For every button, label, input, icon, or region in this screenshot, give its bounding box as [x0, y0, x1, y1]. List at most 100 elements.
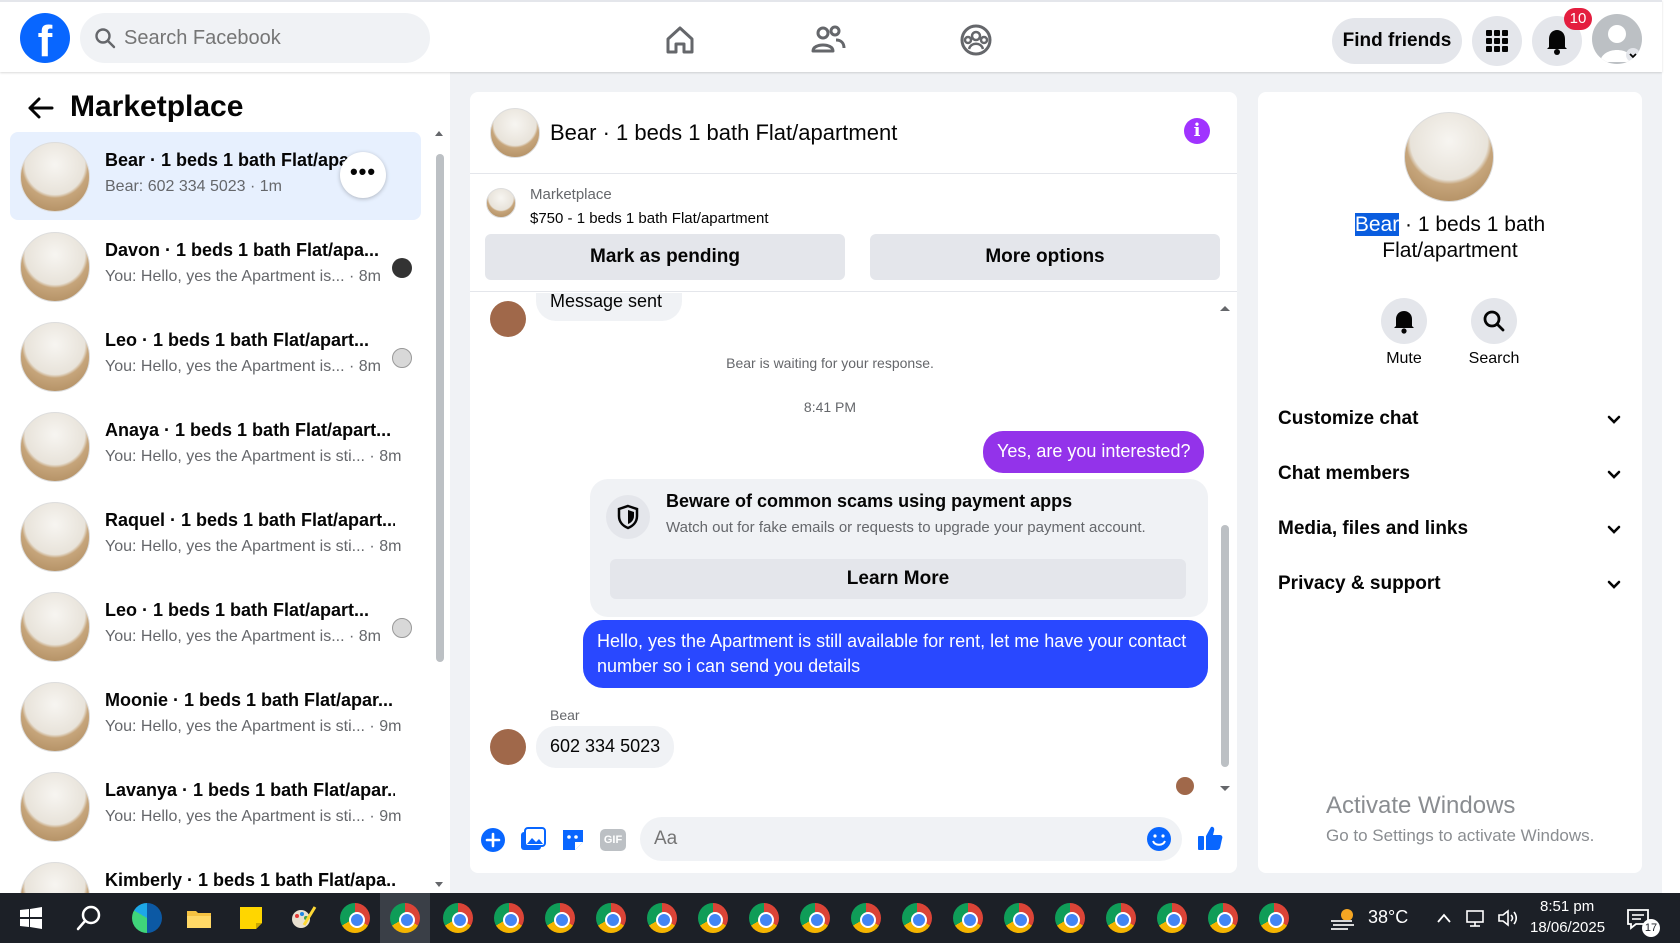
conversation-snippet: You: Hello, yes the Apartment is sti... …: [105, 538, 402, 555]
more-options-listing-button[interactable]: More options: [870, 234, 1220, 280]
account-avatar[interactable]: [1592, 14, 1642, 64]
details-title-rest: · 1 beds 1 bath: [1399, 213, 1546, 236]
media-files-links-section[interactable]: Media, files and links: [1278, 518, 1624, 548]
chrome-icon[interactable]: [545, 903, 575, 933]
clock-date[interactable]: 18/06/2025: [1530, 919, 1605, 936]
chrome-icon[interactable]: [647, 903, 677, 933]
received-message-bubble[interactable]: 602 334 5023: [536, 726, 675, 768]
paint-app-icon[interactable]: [288, 903, 318, 933]
chrome-icon[interactable]: [1208, 903, 1238, 933]
menu-button[interactable]: [1472, 16, 1522, 66]
listing-thumbnail: [20, 502, 90, 572]
message-input[interactable]: [654, 817, 1124, 861]
scam-warning-card: Beware of common scams using payment app…: [590, 479, 1208, 617]
list-scrollbar-thumb[interactable]: [436, 154, 444, 662]
conversation-snippet: You: Hello, yes the Apartment is sti... …: [105, 448, 402, 465]
plus-circle-icon[interactable]: [480, 827, 506, 853]
thread-scrollbar[interactable]: [1218, 293, 1232, 801]
page-scrollbar[interactable]: [1662, 0, 1680, 893]
chrome-icon[interactable]: [698, 903, 728, 933]
chevron-up-icon[interactable]: [1436, 911, 1452, 925]
chrome-icon[interactable]: [800, 903, 830, 933]
home-icon[interactable]: [660, 20, 700, 60]
search-conversation-button[interactable]: [1471, 298, 1517, 344]
chrome-icon[interactable]: [902, 903, 932, 933]
more-options-button[interactable]: •••: [340, 152, 386, 198]
conversation-item[interactable]: Leo · 1 beds 1 bath Flat/apart... You: H…: [10, 582, 421, 670]
conversation-list-panel: Marketplace Bear · 1 beds 1 bath Flat/ap…: [0, 72, 450, 893]
sticker-icon[interactable]: [560, 827, 586, 853]
conversation-snippet: You: Hello, yes the Apartment is sti... …: [105, 718, 402, 735]
listing-thumbnail: [20, 232, 90, 302]
facebook-logo[interactable]: f: [20, 13, 70, 63]
back-arrow-icon[interactable]: [26, 96, 54, 120]
chrome-icon[interactable]: [851, 903, 881, 933]
info-icon[interactable]: i: [1184, 118, 1210, 144]
conversation-item[interactable]: Anaya · 1 beds 1 bath Flat/apart... You:…: [10, 402, 421, 490]
chrome-icon[interactable]: [953, 903, 983, 933]
seen-avatar: [392, 258, 412, 278]
message-input-box[interactable]: [640, 817, 1182, 861]
partial-message-bubble: Message sent: [536, 293, 682, 321]
sticky-notes-icon[interactable]: [236, 903, 266, 933]
chrome-icon[interactable]: [494, 903, 524, 933]
conversation-item[interactable]: Raquel · 1 beds 1 bath Flat/apart... You…: [10, 492, 421, 580]
search-label: Search: [1468, 350, 1520, 367]
chrome-icon[interactable]: [1157, 903, 1187, 933]
mute-button[interactable]: [1381, 298, 1427, 344]
search-input[interactable]: [124, 13, 414, 63]
network-icon[interactable]: [1464, 907, 1486, 929]
edge-browser-icon[interactable]: [132, 903, 162, 933]
page-title: Marketplace: [70, 90, 244, 123]
photo-icon[interactable]: [520, 827, 546, 853]
gif-icon[interactable]: GIF: [600, 829, 626, 851]
chrome-icon[interactable]: [390, 903, 420, 933]
chrome-icon[interactable]: [1259, 903, 1289, 933]
weather-icon[interactable]: [1328, 903, 1358, 933]
chrome-icon[interactable]: [596, 903, 626, 933]
like-icon[interactable]: [1195, 823, 1225, 853]
seen-avatar: [392, 348, 412, 368]
chevron-down-icon: [1607, 580, 1621, 589]
chrome-icon[interactable]: [1106, 903, 1136, 933]
privacy-support-section[interactable]: Privacy & support: [1278, 573, 1624, 603]
conversation-item[interactable]: Kimberly · 1 beds 1 bath Flat/apa...: [10, 852, 421, 893]
chrome-icon[interactable]: [1004, 903, 1034, 933]
search-icon: [95, 28, 116, 49]
search-box[interactable]: [80, 13, 430, 63]
temperature[interactable]: 38°C: [1368, 907, 1408, 928]
conversation-name: Leo · 1 beds 1 bath Flat/apart...: [105, 330, 370, 350]
conversation-item[interactable]: Moonie · 1 beds 1 bath Flat/apar... You:…: [10, 672, 421, 760]
conversation-item[interactable]: Bear · 1 beds 1 bath Flat/apar... Bear: …: [10, 132, 421, 220]
clock-time[interactable]: 8:51 pm: [1540, 898, 1594, 915]
chrome-icon[interactable]: [749, 903, 779, 933]
chat-title[interactable]: Bear · 1 beds 1 bath Flat/apartment: [550, 120, 897, 146]
conversation-item[interactable]: Davon · 1 beds 1 bath Flat/apa... You: H…: [10, 222, 421, 310]
learn-more-button[interactable]: Learn More: [610, 559, 1186, 599]
conversation-name: Moonie · 1 beds 1 bath Flat/apar...: [105, 690, 394, 710]
windows-start-icon[interactable]: [16, 903, 46, 933]
read-receipt-avatar: [1176, 777, 1194, 795]
listing-small-thumbnail: [486, 188, 516, 218]
chrome-icon[interactable]: [443, 903, 473, 933]
sent-message-bubble[interactable]: Hello, yes the Apartment is still availa…: [583, 620, 1208, 688]
chrome-icon[interactable]: [340, 903, 370, 933]
conversation-item[interactable]: Leo · 1 beds 1 bath Flat/apart... You: H…: [10, 312, 421, 400]
file-explorer-icon[interactable]: [184, 903, 214, 933]
chrome-icon[interactable]: [1055, 903, 1085, 933]
customize-chat-section[interactable]: Customize chat: [1278, 408, 1624, 438]
sent-message-bubble[interactable]: Yes, are you interested?: [983, 431, 1205, 473]
groups-icon[interactable]: [956, 20, 996, 60]
mark-as-pending-button[interactable]: Mark as pending: [485, 234, 845, 280]
friends-icon[interactable]: [808, 20, 848, 60]
grid-menu-icon: [1486, 30, 1508, 52]
volume-icon[interactable]: [1496, 907, 1520, 929]
listing-price-title[interactable]: $750 - 1 beds 1 bath Flat/apartment: [530, 210, 768, 227]
emoji-icon[interactable]: [1146, 826, 1172, 852]
search-icon[interactable]: [74, 903, 104, 933]
conversation-item[interactable]: Lavanya · 1 beds 1 bath Flat/apar... You…: [10, 762, 421, 850]
details-avatar[interactable]: [1404, 112, 1494, 202]
find-friends-button[interactable]: Find friends: [1332, 18, 1462, 64]
chat-avatar[interactable]: [490, 108, 540, 158]
chat-members-section[interactable]: Chat members: [1278, 463, 1624, 493]
